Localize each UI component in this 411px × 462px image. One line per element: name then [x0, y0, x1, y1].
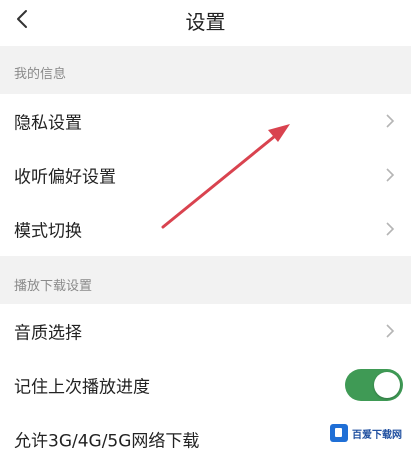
remember-progress-toggle[interactable] — [345, 369, 403, 401]
page-title: 设置 — [185, 10, 226, 34]
settings-row-mode-switch[interactable]: 模式切换 — [0, 202, 411, 256]
settings-row-listening-preferences[interactable]: 收听偏好设置 — [0, 148, 411, 202]
row-label: 收听偏好设置 — [14, 167, 116, 188]
settings-row-privacy[interactable]: 隐私设置 — [0, 94, 411, 148]
chevron-right-icon — [385, 113, 395, 129]
section-header-my-info: 我的信息 — [14, 67, 67, 82]
chevron-right-icon — [385, 167, 395, 183]
my-info-group: 隐私设置 收听偏好设置 模式切换 — [0, 94, 411, 256]
chevron-right-icon — [385, 323, 395, 339]
top-bar: 设置 — [0, 0, 411, 46]
section-header-playback-download: 播放下载设置 — [14, 279, 93, 294]
watermark-logo-icon — [330, 424, 348, 442]
toggle-knob — [374, 372, 400, 398]
row-label: 记住上次播放进度 — [14, 377, 150, 398]
row-label: 隐私设置 — [14, 113, 82, 134]
settings-row-audio-quality[interactable]: 音质选择 — [0, 304, 411, 358]
chevron-right-icon — [385, 221, 395, 237]
row-label: 音质选择 — [14, 323, 82, 344]
watermark-text: 百爱下载网 — [352, 429, 402, 441]
settings-row-remember-progress: 记住上次播放进度 — [0, 358, 411, 412]
row-label: 模式切换 — [14, 221, 82, 242]
watermark: 百爱下载网 — [330, 420, 406, 446]
row-label: 允许3G/4G/5G网络下载 — [14, 431, 200, 452]
